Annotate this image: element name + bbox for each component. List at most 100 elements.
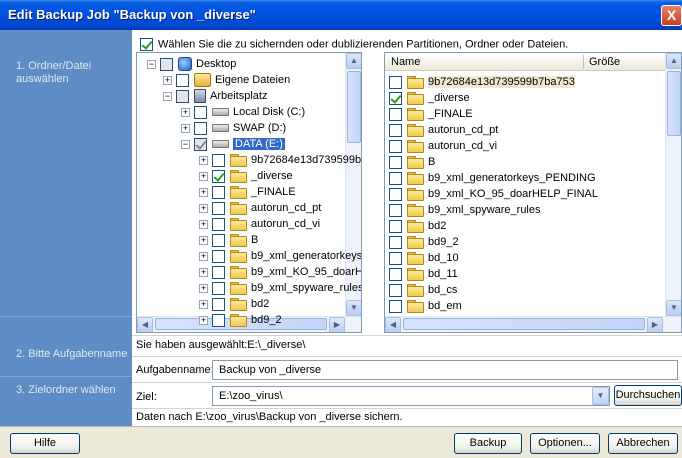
list-horizontal-scrollbar[interactable]: ◀ ▶ — [385, 316, 681, 332]
folder-list[interactable]: Name Größe ▲ ▼ ◀ ▶ 9b72684e13d739599b7ba… — [384, 52, 682, 333]
list-item-checkbox[interactable] — [389, 299, 402, 313]
list-item-checkbox[interactable] — [389, 75, 402, 89]
drive-icon — [212, 140, 229, 149]
tree-node-label: _FINALE — [251, 186, 296, 198]
tree-node-label: Local Disk (C:) — [233, 106, 306, 118]
tree-checkbox[interactable] — [194, 137, 207, 151]
expand-icon[interactable]: + — [199, 267, 208, 277]
list-item-checkbox[interactable] — [389, 171, 402, 185]
task-name-input[interactable]: Backup von _diverse — [212, 360, 678, 380]
scroll-down-button[interactable]: ▼ — [666, 300, 681, 316]
expand-icon[interactable]: + — [199, 315, 208, 325]
folder-icon — [230, 250, 247, 264]
tree-checkbox[interactable] — [212, 185, 225, 199]
list-item-label: b9_xml_generatorkeys_PENDING — [428, 172, 596, 184]
select-all-label: Wählen Sie die zu sichernden oder dubliz… — [158, 38, 569, 51]
tree-checkbox[interactable] — [194, 105, 207, 119]
expand-icon[interactable]: + — [181, 123, 190, 133]
scroll-up-button[interactable]: ▲ — [666, 53, 681, 69]
list-item-checkbox[interactable] — [389, 251, 402, 265]
expand-icon[interactable]: + — [199, 187, 208, 197]
list-item-checkbox[interactable] — [389, 91, 402, 105]
column-size-header[interactable]: Größe — [589, 56, 620, 68]
tree-checkbox[interactable] — [212, 265, 225, 279]
expand-icon[interactable]: + — [181, 107, 190, 117]
list-item-checkbox[interactable] — [389, 107, 402, 121]
scroll-left-button[interactable]: ◀ — [385, 317, 401, 332]
selection-status: Sie haben ausgewählt:E:\_diverse\ — [136, 339, 306, 351]
close-button[interactable]: X — [661, 5, 682, 26]
expand-icon[interactable]: + — [199, 171, 208, 181]
title-bar[interactable]: Edit Backup Job "Backup von _diverse" X — [0, 0, 682, 30]
list-item-checkbox[interactable] — [389, 203, 402, 217]
tree-checkbox[interactable] — [212, 249, 225, 263]
tree-checkbox[interactable] — [212, 281, 225, 295]
scroll-right-button[interactable]: ▶ — [329, 317, 345, 332]
select-all-checkbox[interactable] — [140, 38, 153, 51]
column-name-header[interactable]: Name — [391, 56, 420, 68]
tree-checkbox[interactable] — [212, 313, 225, 327]
tree-node-label: autorun_cd_pt — [251, 202, 322, 214]
scroll-left-button[interactable]: ◀ — [137, 317, 153, 332]
column-separator[interactable] — [583, 55, 584, 69]
target-path-select[interactable]: E:\zoo_virus\ — [212, 386, 610, 406]
expand-icon[interactable]: + — [163, 75, 172, 85]
tree-checkbox[interactable] — [212, 153, 225, 167]
backup-button[interactable]: Backup — [454, 433, 522, 454]
tree-checkbox[interactable] — [212, 169, 225, 183]
expand-icon[interactable]: + — [199, 235, 208, 245]
tree-checkbox[interactable] — [212, 233, 225, 247]
folder-icon — [407, 124, 424, 138]
tree-checkbox[interactable] — [212, 201, 225, 215]
cancel-button[interactable]: Abbrechen — [608, 433, 678, 454]
list-item-checkbox[interactable] — [389, 187, 402, 201]
expand-icon[interactable]: + — [199, 155, 208, 165]
chevron-down-icon[interactable]: ▼ — [592, 387, 609, 405]
list-item-label: 9b72684e13d739599b7ba753 — [428, 76, 575, 88]
tree-checkbox[interactable] — [212, 297, 225, 311]
tree-node-label: 9b72684e13d739599b7b — [251, 154, 362, 166]
task-name-label: Aufgabenname: — [136, 364, 214, 376]
tree-node[interactable]: + bd9_2 — [199, 311, 282, 329]
list-item-checkbox[interactable] — [389, 283, 402, 297]
collapse-icon[interactable]: − — [181, 139, 190, 149]
step-2-label: 2. Bitte Aufgabenname — [16, 348, 128, 360]
folder-tree[interactable]: ▲ ▼ ◀ ▶ − Desktop + Eigene Dateien − Arbeitsp… — [136, 52, 362, 333]
tree-checkbox[interactable] — [212, 217, 225, 231]
list-item-label: _FINALE — [428, 108, 473, 120]
select-all-option[interactable]: Wählen Sie die zu sichernden oder dubliz… — [140, 38, 568, 51]
scroll-right-button[interactable]: ▶ — [647, 317, 663, 332]
scroll-up-button[interactable]: ▲ — [346, 53, 361, 69]
list-item-checkbox[interactable] — [389, 235, 402, 249]
scroll-down-button[interactable]: ▼ — [346, 300, 361, 316]
scroll-thumb[interactable] — [347, 71, 361, 143]
expand-icon[interactable]: + — [199, 283, 208, 293]
tree-checkbox[interactable] — [194, 121, 207, 135]
list-item[interactable]: bd_em — [389, 297, 462, 315]
list-vertical-scrollbar[interactable]: ▲ ▼ — [665, 53, 681, 316]
list-item-checkbox[interactable] — [389, 123, 402, 137]
divider — [132, 356, 682, 357]
tree-node-label: DATA (E:) — [233, 138, 285, 150]
tree-checkbox[interactable] — [176, 73, 189, 87]
folder-icon — [407, 108, 424, 122]
expand-icon[interactable]: + — [199, 203, 208, 213]
tree-checkbox[interactable] — [160, 57, 173, 71]
scroll-thumb[interactable] — [667, 71, 681, 136]
tree-checkbox[interactable] — [176, 89, 189, 103]
expand-icon[interactable]: + — [199, 251, 208, 261]
folder-icon — [230, 170, 247, 184]
expand-icon[interactable]: + — [199, 299, 208, 309]
browse-button[interactable]: Durchsuchen — [614, 385, 682, 406]
options-button[interactable]: Optionen... — [530, 433, 600, 454]
collapse-icon[interactable]: − — [147, 59, 156, 69]
scroll-thumb[interactable] — [403, 318, 645, 330]
list-item-checkbox[interactable] — [389, 155, 402, 169]
help-button[interactable]: Hilfe — [10, 433, 80, 454]
expand-icon[interactable]: + — [199, 219, 208, 229]
folder-icon — [407, 140, 424, 154]
collapse-icon[interactable]: − — [163, 91, 172, 101]
list-item-checkbox[interactable] — [389, 139, 402, 153]
list-item-checkbox[interactable] — [389, 267, 402, 281]
list-item-checkbox[interactable] — [389, 219, 402, 233]
